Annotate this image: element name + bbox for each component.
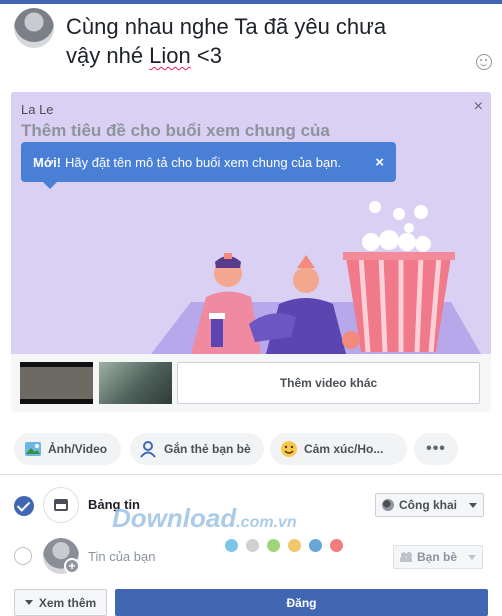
tag-friends-icon xyxy=(140,441,156,458)
post-text-line2-pre: vậy nhé xyxy=(66,43,150,68)
feed-privacy-dropdown[interactable]: Công khai xyxy=(375,493,484,517)
watermark-logo: Download.com.vn xyxy=(112,503,297,534)
section-divider xyxy=(0,474,502,475)
story-color-swatch[interactable] xyxy=(225,539,238,552)
story-privacy-label: Bạn bè xyxy=(417,550,458,564)
globe-icon xyxy=(382,499,394,511)
add-video-button[interactable]: Thêm video khác xyxy=(177,362,480,404)
post-button[interactable]: Đăng xyxy=(115,589,488,616)
video-thumbnail-1[interactable] xyxy=(20,362,93,404)
watch-party-card: La Le Thêm tiêu đề cho buổi xem chung củ… xyxy=(11,92,491,412)
tag-friends-label: Gắn thẻ bạn bè xyxy=(164,442,251,456)
emoji-picker-icon[interactable] xyxy=(476,54,492,70)
misspelled-word: Lion xyxy=(149,43,191,68)
chevron-down-icon xyxy=(469,502,477,508)
watermark-suffix: .com.vn xyxy=(236,514,297,531)
watermark-main: Download xyxy=(112,503,237,533)
story-color-swatch[interactable] xyxy=(330,539,343,552)
feeling-label: Cảm xúc/Ho... xyxy=(304,442,384,456)
more-icon: ••• xyxy=(426,440,446,457)
see-more-button[interactable]: Xem thêm xyxy=(14,589,107,616)
story-color-swatch[interactable] xyxy=(267,539,280,552)
user-avatar[interactable] xyxy=(14,8,54,48)
new-feature-tooltip: Mới! Hãy đặt tên mô tả cho buổi xem chun… xyxy=(21,142,396,189)
news-feed-icon xyxy=(43,487,79,523)
photo-video-label: Ảnh/Video xyxy=(48,442,108,456)
chevron-down-icon xyxy=(24,600,33,605)
story-checkbox[interactable] xyxy=(14,547,32,565)
story-color-swatch[interactable] xyxy=(309,539,322,552)
story-color-swatch[interactable] xyxy=(246,539,259,552)
photo-video-button[interactable]: Ảnh/Video xyxy=(14,433,121,465)
video-thumbnail-2[interactable] xyxy=(99,362,172,404)
story-privacy-dropdown[interactable]: Bạn bè xyxy=(393,545,483,569)
top-accent-bar xyxy=(0,0,502,4)
tooltip-text: Hãy đặt tên mô tả cho buổi xem chung của… xyxy=(65,154,342,170)
chevron-down-icon xyxy=(468,554,476,560)
watch-party-title-input[interactable]: Thêm tiêu đề cho buổi xem chung của xyxy=(21,121,330,141)
see-more-label: Xem thêm xyxy=(38,595,97,610)
feeling-icon xyxy=(281,441,297,457)
post-text-input[interactable]: Cùng nhau nghe Ta đã yêu chưa vậy nhé Li… xyxy=(66,12,456,70)
tooltip-new-badge: Mới! xyxy=(33,154,62,170)
post-text-line2-post: <3 xyxy=(190,43,222,68)
plus-icon: + xyxy=(64,558,80,574)
feeling-activity-button[interactable]: Cảm xúc/Ho... xyxy=(270,433,407,465)
tooltip-close-icon[interactable]: × xyxy=(375,154,384,171)
story-label: Tin của bạn xyxy=(88,549,156,564)
more-options-button[interactable]: ••• xyxy=(414,433,458,465)
photo-icon xyxy=(25,442,41,456)
story-color-options xyxy=(225,539,343,552)
post-text-line1: Cùng nhau nghe Ta đã yêu chưa xyxy=(66,14,387,39)
story-color-swatch[interactable] xyxy=(288,539,301,552)
host-name: La Le xyxy=(21,102,54,117)
composer-actions: Ảnh/Video Gắn thẻ bạn bè Cảm xúc/Ho... •… xyxy=(14,433,494,465)
feed-checkbox[interactable] xyxy=(14,496,34,516)
feed-privacy-label: Công khai xyxy=(399,498,458,512)
tag-friends-button[interactable]: Gắn thẻ bạn bè xyxy=(130,433,264,465)
friends-icon xyxy=(400,552,412,562)
close-icon[interactable]: × xyxy=(474,98,483,116)
